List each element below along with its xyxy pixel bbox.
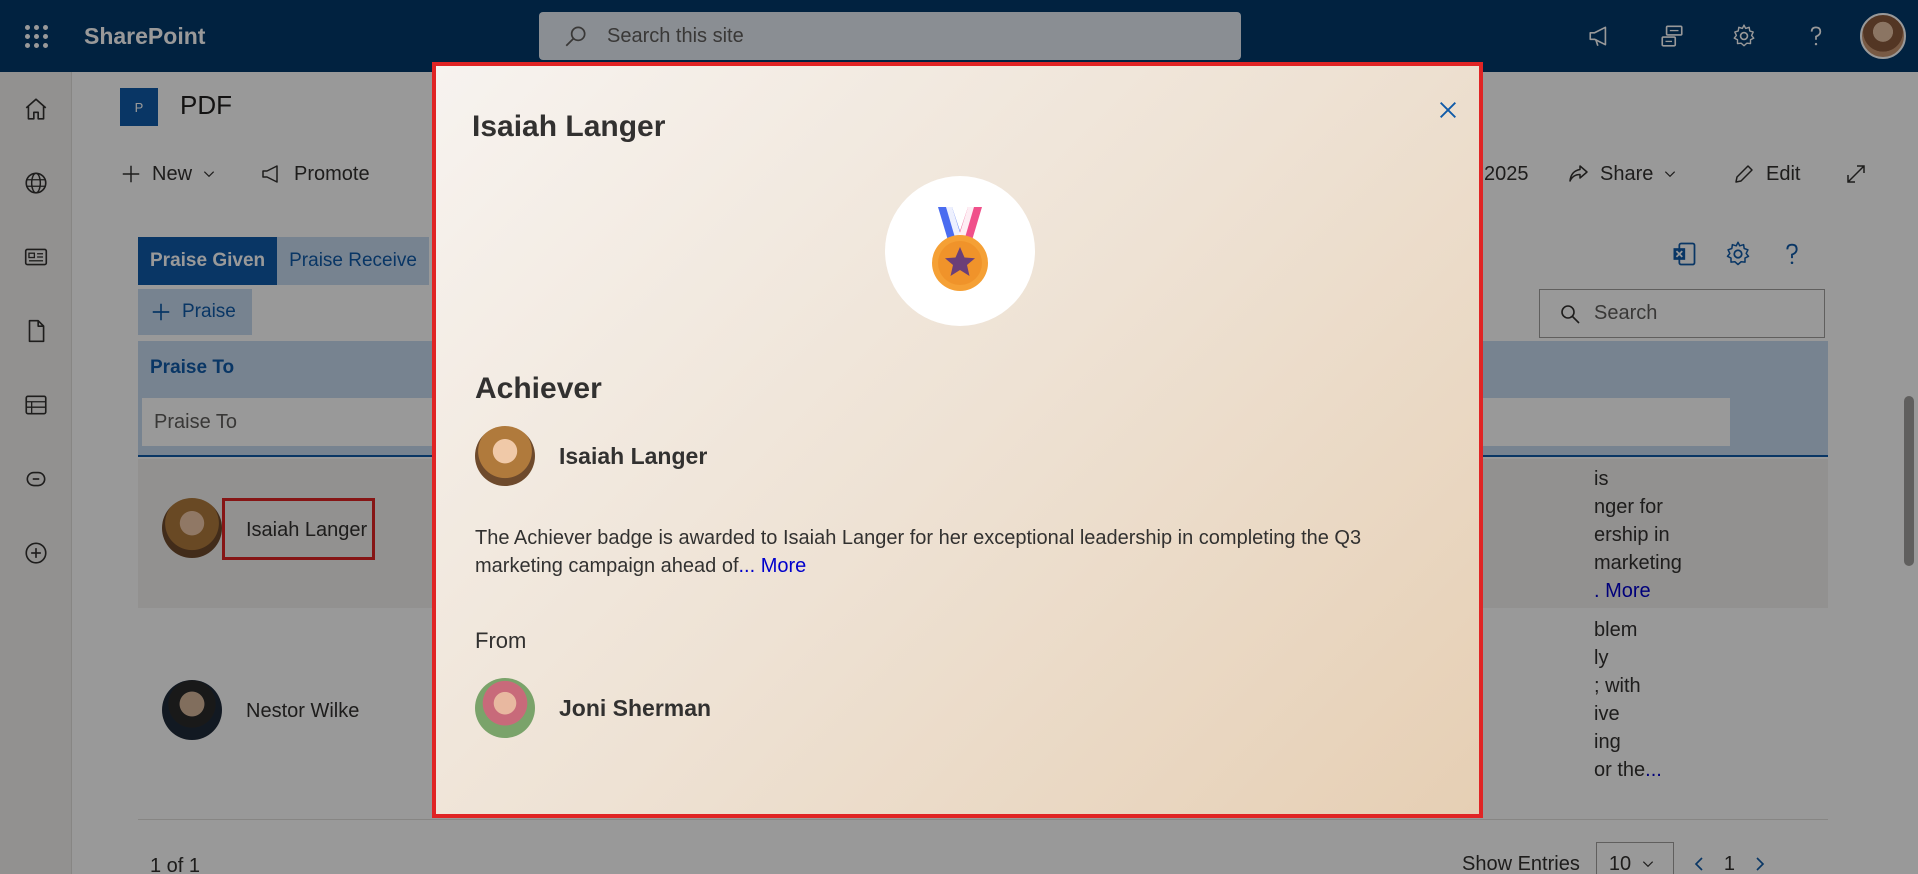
badge-description-text: The Achiever badge is awarded to Isaiah …: [475, 527, 1362, 577]
avatar: [475, 678, 535, 738]
dialog-title: Isaiah Langer: [472, 110, 666, 143]
more-link[interactable]: ... More: [739, 555, 807, 577]
badge-image: [885, 176, 1035, 326]
praise-dialog: Isaiah Langer Achiever Isaiah Langer The…: [432, 62, 1483, 818]
close-icon[interactable]: [1432, 94, 1464, 126]
from-label: From: [475, 628, 527, 653]
sender-name: Joni Sherman: [559, 694, 712, 721]
recipient: Isaiah Langer: [475, 426, 707, 486]
medal-icon: [932, 207, 988, 291]
sender: Joni Sherman: [475, 678, 711, 738]
badge-name: Achiever: [475, 372, 602, 405]
avatar: [475, 426, 535, 486]
recipient-name: Isaiah Langer: [559, 442, 708, 469]
badge-description: The Achiever badge is awarded to Isaiah …: [475, 524, 1435, 580]
